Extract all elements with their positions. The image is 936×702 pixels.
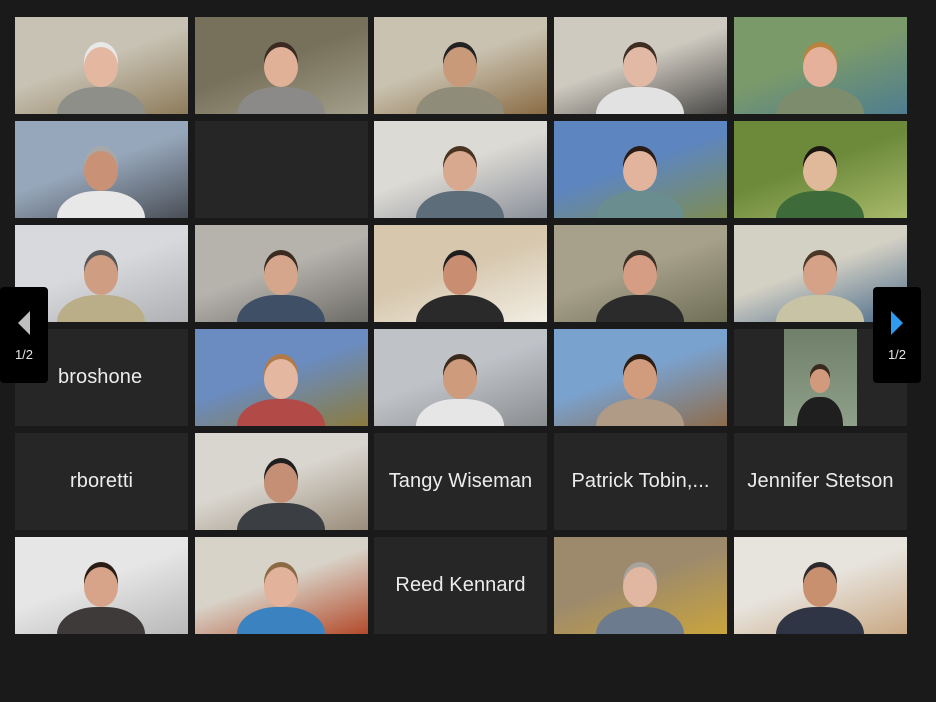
video-feed <box>554 329 727 426</box>
participant-avatar <box>776 243 864 322</box>
participant-tile[interactable] <box>15 537 188 634</box>
participant-tile[interactable] <box>15 17 188 114</box>
video-feed <box>734 17 907 114</box>
participant-avatar <box>57 243 145 322</box>
participant-tile[interactable]: Patrick Tobin,... <box>554 433 727 530</box>
participant-tile[interactable] <box>734 537 907 634</box>
participant-avatar <box>237 555 325 634</box>
participant-avatar <box>237 35 325 114</box>
video-feed <box>554 17 727 114</box>
participant-tile[interactable] <box>554 225 727 322</box>
participant-name: Tangy Wiseman <box>388 470 533 492</box>
participant-tile[interactable] <box>195 329 368 426</box>
video-feed <box>734 537 907 634</box>
chevron-left-icon <box>18 310 30 335</box>
video-feed <box>374 121 547 218</box>
next-page-button[interactable]: 1/2 <box>873 287 921 383</box>
video-feed <box>195 17 368 114</box>
participant-tile[interactable] <box>195 537 368 634</box>
participant-name: Reed Kennard <box>395 574 526 596</box>
participant-tile[interactable] <box>734 17 907 114</box>
participant-avatar <box>57 555 145 634</box>
participant-tile[interactable]: Jennifer Stetson <box>734 433 907 530</box>
participant-avatar <box>416 347 504 426</box>
video-feed <box>195 329 368 426</box>
chevron-right-icon <box>891 310 903 335</box>
participant-tile[interactable]: rboretti <box>15 433 188 530</box>
gallery-grid: broshone rboretti Tangy Wiseman Patrick Tob… <box>15 17 908 637</box>
video-feed <box>734 121 907 218</box>
video-feed <box>15 17 188 114</box>
participant-avatar <box>776 555 864 634</box>
video-feed <box>374 225 547 322</box>
participant-avatar <box>596 35 684 114</box>
participant-tile[interactable] <box>195 225 368 322</box>
video-feed <box>374 329 547 426</box>
participant-name: rboretti <box>69 470 134 492</box>
video-feed <box>15 121 188 218</box>
video-feed <box>195 433 368 530</box>
participant-avatar <box>776 35 864 114</box>
participant-avatar <box>596 347 684 426</box>
participant-avatar <box>416 35 504 114</box>
video-feed <box>374 17 547 114</box>
participant-name: Patrick Tobin,... <box>571 470 710 492</box>
video-feed <box>15 537 188 634</box>
participant-tile[interactable] <box>554 121 727 218</box>
participant-avatar <box>237 347 325 426</box>
participant-avatar <box>416 139 504 218</box>
page-indicator-right: 1/2 <box>887 346 907 362</box>
video-feed <box>554 225 727 322</box>
participant-tile[interactable]: Tangy Wiseman <box>374 433 547 530</box>
participant-avatar <box>596 139 684 218</box>
participant-avatar <box>57 139 145 218</box>
previous-page-button[interactable]: 1/2 <box>0 287 48 383</box>
participant-tile[interactable] <box>554 537 727 634</box>
participant-avatar <box>416 243 504 322</box>
participant-tile[interactable] <box>734 121 907 218</box>
video-feed <box>554 121 727 218</box>
page-indicator-left: 1/2 <box>14 346 34 362</box>
participant-avatar <box>776 139 864 218</box>
participant-tile[interactable] <box>374 17 547 114</box>
participant-avatar <box>237 451 325 530</box>
participant-avatar <box>797 357 843 426</box>
participant-tile[interactable] <box>554 329 727 426</box>
participant-avatar <box>57 35 145 114</box>
participant-tile[interactable] <box>374 121 547 218</box>
participant-tile[interactable] <box>554 17 727 114</box>
participant-avatar <box>237 243 325 322</box>
participant-tile[interactable] <box>374 225 547 322</box>
video-feed <box>554 537 727 634</box>
participant-tile[interactable] <box>195 433 368 530</box>
participant-tile-empty[interactable] <box>195 121 368 218</box>
participant-avatar <box>596 555 684 634</box>
participant-avatar <box>596 243 684 322</box>
participant-tile[interactable] <box>195 17 368 114</box>
video-feed <box>195 225 368 322</box>
participant-tile[interactable] <box>374 329 547 426</box>
participant-name: Jennifer Stetson <box>747 470 894 492</box>
participant-tile[interactable]: Reed Kennard <box>374 537 547 634</box>
participant-tile[interactable] <box>15 121 188 218</box>
video-feed <box>195 537 368 634</box>
